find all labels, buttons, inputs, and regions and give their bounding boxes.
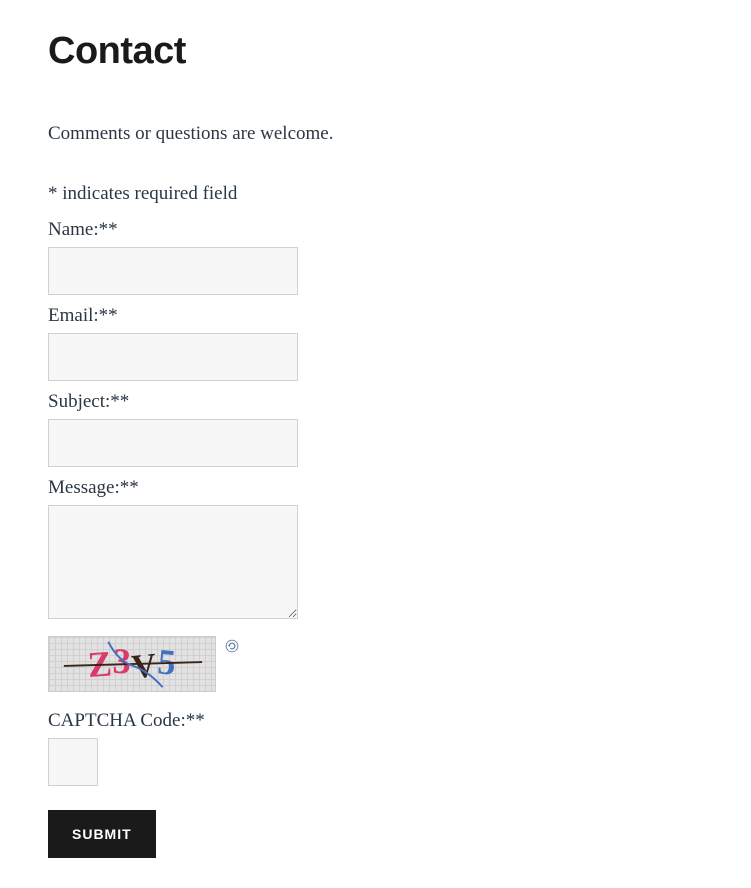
- required-marker: *: [110, 391, 129, 412]
- subject-field[interactable]: [48, 419, 298, 467]
- captcha-label: CAPTCHA Code:*: [48, 710, 703, 732]
- page-title: Contact: [48, 30, 703, 73]
- captcha-image: Z3V5: [48, 636, 216, 692]
- required-marker: *: [99, 305, 118, 326]
- name-label: Name:*: [48, 219, 703, 241]
- email-field[interactable]: [48, 333, 298, 381]
- name-field[interactable]: [48, 247, 298, 295]
- subject-label: Subject:*: [48, 391, 703, 413]
- submit-button[interactable]: SUBMIT: [48, 810, 156, 858]
- email-label: Email:*: [48, 305, 703, 327]
- intro-text: Comments or questions are welcome.: [48, 123, 703, 145]
- required-note: * indicates required field: [48, 183, 703, 205]
- required-marker: *: [186, 710, 205, 731]
- refresh-captcha-icon[interactable]: [224, 638, 240, 654]
- required-marker: *: [99, 219, 118, 240]
- captcha-field[interactable]: [48, 738, 98, 786]
- required-marker: *: [120, 477, 139, 498]
- message-field[interactable]: [48, 505, 298, 619]
- message-label: Message:*: [48, 477, 703, 499]
